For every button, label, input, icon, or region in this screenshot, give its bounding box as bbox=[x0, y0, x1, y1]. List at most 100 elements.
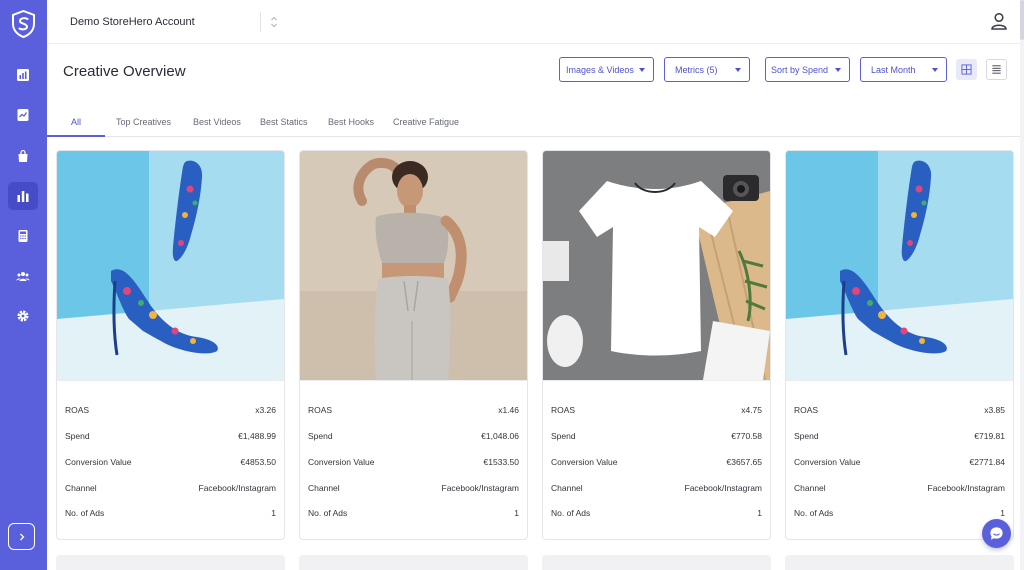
tab-all[interactable]: All bbox=[71, 117, 81, 127]
sidebar-item-team[interactable] bbox=[8, 262, 38, 290]
shopping-bag-icon bbox=[18, 149, 28, 162]
tab-best-hooks[interactable]: Best Hooks bbox=[328, 117, 374, 127]
metric-label: No. of Ads bbox=[308, 508, 348, 518]
metric-value: Facebook/Instagram bbox=[198, 483, 276, 493]
app-root: Demo StoreHero Account Creative Overview… bbox=[0, 0, 1024, 570]
metric-label: Channel bbox=[65, 483, 97, 493]
white-tshirt-flatlay-image bbox=[543, 151, 770, 380]
tab-top-creatives[interactable]: Top Creatives bbox=[116, 117, 171, 127]
report-icon bbox=[17, 109, 29, 121]
metric-value: x4.75 bbox=[741, 405, 762, 415]
support-chat-button[interactable] bbox=[982, 519, 1011, 548]
sidebar-expand-button[interactable] bbox=[8, 523, 35, 550]
metric-value: 1 bbox=[514, 508, 519, 518]
creative-card[interactable]: ROAS x3.85 Spend €719.81 Conversion Value €… bbox=[785, 150, 1014, 540]
metric-label: No. of Ads bbox=[65, 508, 105, 518]
metric-value: 1 bbox=[757, 508, 762, 518]
metric-row-channel: Channel Facebook/Instagram bbox=[551, 483, 762, 495]
caret-down-icon bbox=[835, 68, 841, 72]
metric-row-channel: Channel Facebook/Instagram bbox=[794, 483, 1005, 495]
metric-row-ads: No. of Ads 1 bbox=[551, 508, 762, 520]
metric-value: x3.26 bbox=[255, 405, 276, 415]
metric-label: Spend bbox=[551, 431, 576, 441]
list-view-button[interactable] bbox=[986, 59, 1007, 80]
metric-value: x3.85 bbox=[984, 405, 1005, 415]
metrics-panel: ROAS x1.46 Spend €1,048.06 Conversion Valu… bbox=[300, 380, 527, 539]
metric-value: €1533.50 bbox=[483, 457, 519, 467]
grid-view-button[interactable] bbox=[956, 59, 977, 80]
creative-card[interactable]: ROAS x1.46 Spend €1,048.06 Conversion Valu… bbox=[299, 150, 528, 540]
metric-value: €770.58 bbox=[731, 431, 762, 441]
tab-creative-fatigue[interactable]: Creative Fatigue bbox=[393, 117, 459, 127]
metric-row-spend: Spend €770.58 bbox=[551, 431, 762, 443]
creative-thumbnail[interactable] bbox=[57, 151, 284, 380]
sidebar-item-calculator[interactable] bbox=[8, 222, 38, 250]
metrics-panel: ROAS x3.26 Spend €1,488.99 Conversion Valu… bbox=[57, 380, 284, 539]
metric-label: Channel bbox=[551, 483, 583, 493]
scrollbar-thumb[interactable] bbox=[1020, 0, 1024, 40]
chevron-right-icon bbox=[19, 533, 24, 540]
metric-row-ads: No. of Ads 1 bbox=[308, 508, 519, 520]
creative-card-next-row[interactable] bbox=[56, 555, 285, 570]
metric-value: Facebook/Instagram bbox=[927, 483, 1005, 493]
metrics-value: Metrics (5) bbox=[675, 64, 718, 75]
metric-label: No. of Ads bbox=[794, 508, 834, 518]
woman-grey-crop-top-image bbox=[300, 151, 527, 380]
account-switcher[interactable] bbox=[260, 12, 278, 32]
metric-label: Conversion Value bbox=[65, 457, 132, 467]
date-range-dropdown[interactable]: Last Month bbox=[860, 57, 947, 82]
creative-thumbnail[interactable] bbox=[543, 151, 770, 380]
media-type-value: Images & Videos bbox=[566, 64, 634, 75]
tab-best-statics[interactable]: Best Statics bbox=[260, 117, 308, 127]
metric-row-ads: No. of Ads 1 bbox=[794, 508, 1005, 520]
creative-card-next-row[interactable] bbox=[542, 555, 771, 570]
metrics-dropdown[interactable]: Metrics (5) bbox=[664, 57, 750, 82]
metric-row-spend: Spend €1,048.06 bbox=[308, 431, 519, 443]
creative-tabs: All Top Creatives Best Videos Best Stati… bbox=[47, 107, 1024, 137]
user-profile-icon[interactable] bbox=[990, 12, 1008, 30]
metric-label: ROAS bbox=[794, 405, 819, 415]
sidebar-item-store[interactable] bbox=[8, 142, 38, 170]
creative-card-next-row[interactable] bbox=[785, 555, 1014, 570]
chevron-up-down-icon bbox=[271, 16, 277, 28]
team-icon bbox=[16, 272, 30, 281]
metric-row-channel: Channel Facebook/Instagram bbox=[65, 483, 276, 495]
account-name: Demo StoreHero Account bbox=[70, 16, 195, 28]
metric-row-roas: ROAS x1.46 bbox=[308, 405, 519, 417]
metric-row-ads: No. of Ads 1 bbox=[65, 508, 276, 520]
creative-card[interactable]: ROAS x3.26 Spend €1,488.99 Conversion Valu… bbox=[56, 150, 285, 540]
storehero-logo-icon[interactable] bbox=[11, 9, 36, 39]
sidebar-item-creatives[interactable] bbox=[8, 182, 38, 210]
metric-value: 1 bbox=[1000, 508, 1005, 518]
page-scrollbar[interactable] bbox=[1020, 0, 1024, 570]
metric-value: €3657.65 bbox=[726, 457, 762, 467]
tab-best-videos[interactable]: Best Videos bbox=[193, 117, 241, 127]
metrics-panel: ROAS x4.75 Spend €770.58 Conversion Value €… bbox=[543, 380, 770, 539]
metric-row-spend: Spend €1,488.99 bbox=[65, 431, 276, 443]
top-header: Demo StoreHero Account bbox=[47, 0, 1024, 44]
media-type-dropdown[interactable]: Images & Videos bbox=[559, 57, 654, 82]
metric-label: No. of Ads bbox=[551, 508, 591, 518]
metric-row-channel: Channel Facebook/Instagram bbox=[308, 483, 519, 495]
metric-label: ROAS bbox=[308, 405, 333, 415]
sidebar-item-reports[interactable] bbox=[8, 101, 38, 129]
creative-thumbnail[interactable] bbox=[786, 151, 1013, 380]
metric-value: 1 bbox=[271, 508, 276, 518]
sidebar-item-settings[interactable] bbox=[8, 302, 38, 330]
calculator-icon bbox=[18, 230, 28, 242]
metric-row-conversion-value: Conversion Value €3657.65 bbox=[551, 457, 762, 469]
metric-value: Facebook/Instagram bbox=[684, 483, 762, 493]
sort-value: Sort by Spend bbox=[771, 64, 829, 75]
creative-card-next-row[interactable] bbox=[299, 555, 528, 570]
metric-value: €719.81 bbox=[974, 431, 1005, 441]
creative-thumbnail[interactable] bbox=[300, 151, 527, 380]
chat-icon bbox=[990, 527, 1003, 540]
metric-row-roas: ROAS x3.26 bbox=[65, 405, 276, 417]
sort-dropdown[interactable]: Sort by Spend bbox=[765, 57, 850, 82]
sidebar-item-dashboard[interactable] bbox=[8, 61, 38, 89]
blue-floral-heels-image bbox=[57, 151, 284, 380]
creative-card[interactable]: ROAS x4.75 Spend €770.58 Conversion Value €… bbox=[542, 150, 771, 540]
bar-chart-icon bbox=[17, 191, 29, 202]
caret-down-icon bbox=[639, 68, 645, 72]
metric-label: Channel bbox=[794, 483, 826, 493]
